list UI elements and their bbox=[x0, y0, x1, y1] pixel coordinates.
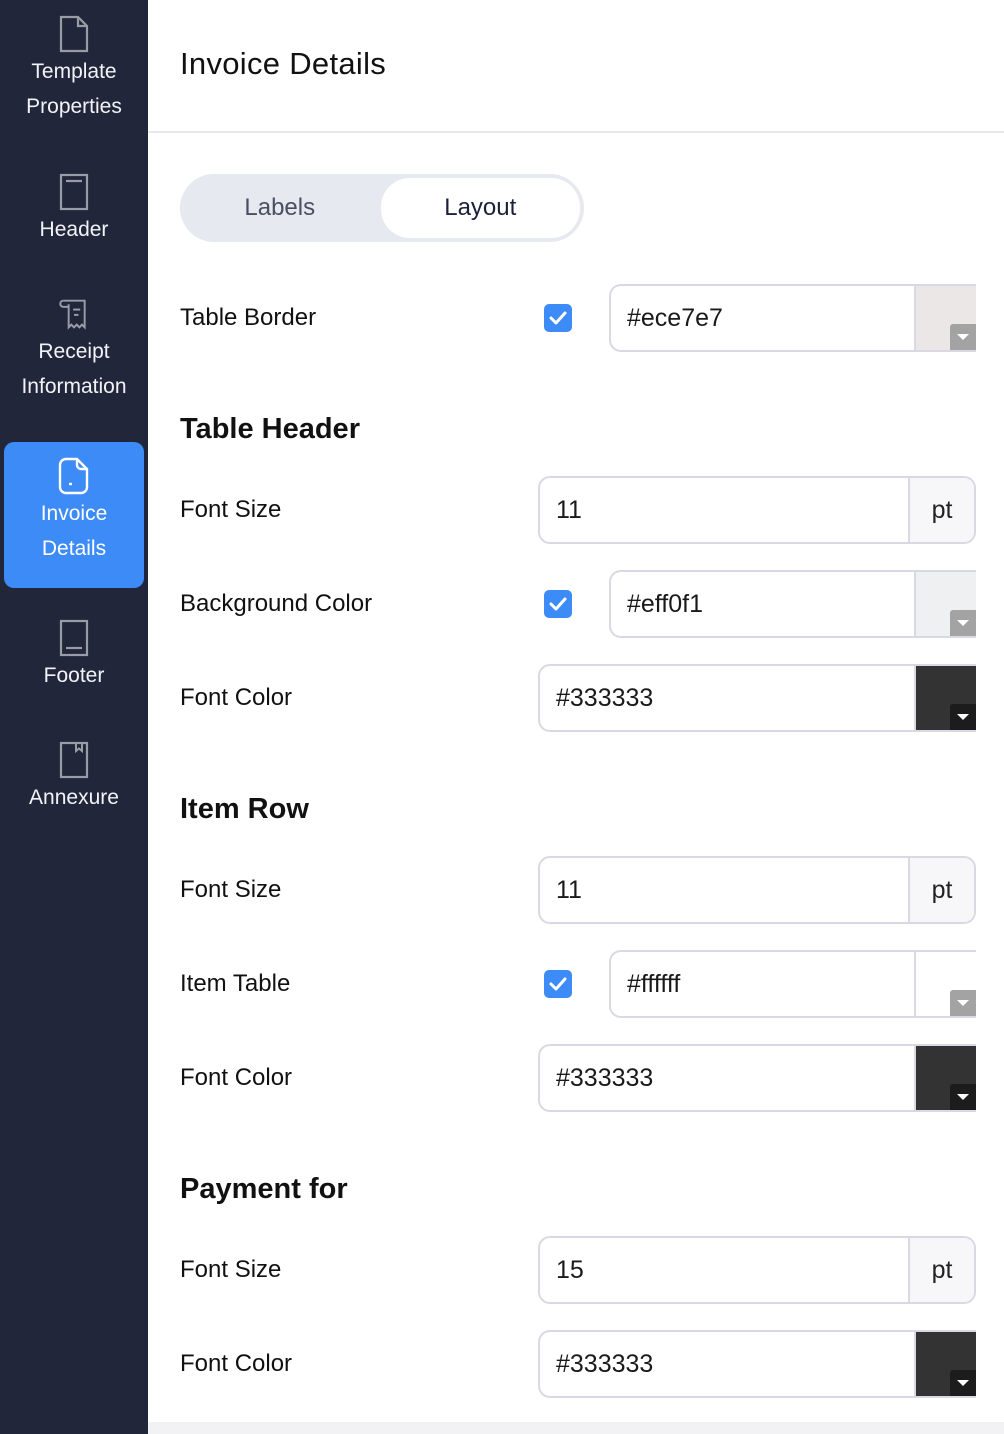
checkmark-icon bbox=[549, 311, 567, 325]
item-table-color-swatch[interactable] bbox=[914, 952, 976, 1016]
dropdown-arrow-icon bbox=[950, 1370, 976, 1396]
main-panel: Invoice Details Labels Layout Table Bord… bbox=[148, 0, 1004, 1434]
background-color-field[interactable]: #eff0f1 bbox=[609, 570, 976, 638]
item-table-row: Item Table #ffffff bbox=[180, 950, 976, 1018]
invoice-file-icon bbox=[58, 456, 90, 496]
item-table-label: Item Table bbox=[180, 970, 291, 997]
payment-for-font-size-input[interactable]: 15 pt bbox=[538, 1236, 976, 1304]
sidebar-item-label: Header bbox=[39, 218, 109, 241]
footer-page-icon bbox=[58, 618, 90, 658]
font-color-swatch[interactable] bbox=[914, 666, 976, 730]
font-size-value[interactable]: 15 bbox=[540, 1238, 908, 1302]
item-table-color-value[interactable]: #ffffff bbox=[611, 952, 914, 1016]
item-row-font-size-row: Font Size 11 pt bbox=[180, 856, 976, 924]
bookmark-page-icon bbox=[58, 740, 90, 780]
sidebar-item-header[interactable]: Header bbox=[4, 172, 144, 247]
sidebar-item-label: Footer bbox=[43, 664, 105, 687]
sidebar-item-template-properties[interactable]: Template Properties bbox=[4, 14, 144, 124]
table-header-font-size-row: Font Size 11 pt bbox=[180, 476, 976, 544]
section-title-item-row: Item Row bbox=[180, 793, 309, 825]
sidebar-item-label: Invoice bbox=[40, 502, 108, 525]
font-size-label: Font Size bbox=[180, 1256, 282, 1283]
tab-labels[interactable]: Labels bbox=[180, 174, 380, 242]
font-color-label: Font Color bbox=[180, 684, 293, 711]
receipt-icon bbox=[58, 294, 90, 334]
item-row-font-color-row: Font Color #333333 bbox=[180, 1044, 976, 1112]
table-header-font-color-row: Font Color #333333 bbox=[180, 664, 976, 732]
checkmark-icon bbox=[549, 597, 567, 611]
dropdown-arrow-icon bbox=[950, 704, 976, 730]
background-color-swatch[interactable] bbox=[914, 572, 976, 636]
sidebar-item-invoice-details[interactable]: Invoice Details bbox=[4, 442, 144, 588]
dropdown-arrow-icon bbox=[950, 324, 976, 350]
dropdown-arrow-icon bbox=[950, 990, 976, 1016]
sidebar-item-footer[interactable]: Footer bbox=[4, 618, 144, 693]
font-color-label: Font Color bbox=[180, 1350, 293, 1377]
font-size-label: Font Size bbox=[180, 876, 282, 903]
font-color-value[interactable]: #333333 bbox=[540, 1046, 914, 1110]
sidebar-item-label: Properties bbox=[26, 95, 122, 118]
sidebar-item-annexure[interactable]: Annexure bbox=[4, 740, 144, 815]
table-border-color-value[interactable]: #ece7e7 bbox=[611, 286, 914, 350]
font-size-value[interactable]: 11 bbox=[540, 478, 908, 542]
table-border-color-swatch[interactable] bbox=[914, 286, 976, 350]
section-title-table-header: Table Header bbox=[180, 413, 360, 445]
tab-switcher: Labels Layout bbox=[180, 174, 584, 242]
table-border-row: Table Border #ece7e7 bbox=[180, 284, 976, 352]
table-border-color-field[interactable]: #ece7e7 bbox=[609, 284, 976, 352]
font-color-label: Font Color bbox=[180, 1064, 293, 1091]
font-color-value[interactable]: #333333 bbox=[540, 666, 914, 730]
table-border-label: Table Border bbox=[180, 304, 317, 331]
sidebar-item-label: Annexure bbox=[29, 786, 119, 809]
font-size-label: Font Size bbox=[180, 496, 282, 523]
bottom-strip bbox=[148, 1422, 1004, 1434]
font-size-value[interactable]: 11 bbox=[540, 858, 908, 922]
file-icon bbox=[58, 14, 90, 54]
header-page-icon bbox=[58, 172, 90, 212]
background-color-value[interactable]: #eff0f1 bbox=[611, 572, 914, 636]
font-color-swatch[interactable] bbox=[914, 1332, 976, 1396]
item-table-color-field[interactable]: #ffffff bbox=[609, 950, 976, 1018]
section-title-payment-for: Payment for bbox=[180, 1173, 348, 1205]
dropdown-arrow-icon bbox=[950, 1084, 976, 1110]
table-header-background-row: Background Color #eff0f1 bbox=[180, 570, 976, 638]
sidebar-item-label: Details bbox=[41, 537, 107, 560]
sidebar: Template Properties Header Receipt Infor… bbox=[0, 0, 148, 1434]
item-row-font-color-field[interactable]: #333333 bbox=[538, 1044, 976, 1112]
dropdown-arrow-icon bbox=[950, 610, 976, 636]
page-title: Invoice Details bbox=[180, 46, 387, 81]
tab-layout[interactable]: Layout bbox=[379, 177, 581, 239]
font-size-unit: pt bbox=[908, 478, 974, 542]
font-color-swatch[interactable] bbox=[914, 1046, 976, 1110]
checkmark-icon bbox=[549, 977, 567, 991]
background-color-checkbox[interactable] bbox=[544, 590, 572, 618]
sidebar-item-label: Receipt bbox=[38, 340, 110, 363]
table-border-checkbox[interactable] bbox=[544, 304, 572, 332]
item-table-checkbox[interactable] bbox=[544, 970, 572, 998]
page-header: Invoice Details bbox=[148, 0, 1004, 133]
background-color-label: Background Color bbox=[180, 590, 373, 617]
font-color-value[interactable]: #333333 bbox=[540, 1332, 914, 1396]
payment-for-font-size-row: Font Size 15 pt bbox=[180, 1236, 976, 1304]
font-size-unit: pt bbox=[908, 1238, 974, 1302]
sidebar-item-label: Template bbox=[31, 60, 117, 83]
payment-for-font-color-field[interactable]: #333333 bbox=[538, 1330, 976, 1398]
item-row-font-size-input[interactable]: 11 pt bbox=[538, 856, 976, 924]
table-header-font-size-input[interactable]: 11 pt bbox=[538, 476, 976, 544]
table-header-font-color-field[interactable]: #333333 bbox=[538, 664, 976, 732]
payment-for-font-color-row: Font Color #333333 bbox=[180, 1330, 976, 1398]
font-size-unit: pt bbox=[908, 858, 974, 922]
sidebar-item-label: Information bbox=[21, 375, 127, 398]
sidebar-item-receipt-information[interactable]: Receipt Information bbox=[4, 294, 144, 404]
